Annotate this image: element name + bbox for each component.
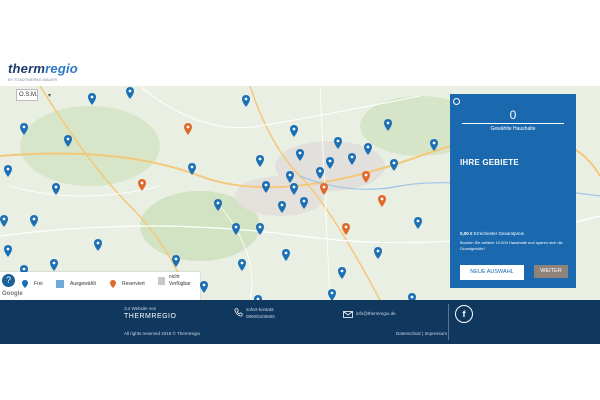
free-area-pin[interactable] xyxy=(242,94,250,107)
footer-divider xyxy=(448,304,449,340)
logo-tagline: BY STADTWERKE-BAUER xyxy=(8,77,57,82)
free-area-pin[interactable] xyxy=(374,246,382,259)
free-area-pin[interactable] xyxy=(334,136,342,149)
divider xyxy=(462,123,564,124)
selected-swatch xyxy=(56,280,64,288)
next-button[interactable]: WEITER xyxy=(534,265,568,278)
total-price-label: Errechneter Gesamtpreis xyxy=(473,231,525,236)
free-area-pin[interactable] xyxy=(4,244,12,257)
free-area-pin[interactable] xyxy=(262,180,270,193)
total-price-value: 0,00 € xyxy=(460,231,473,236)
legend-free: Frei xyxy=(22,280,43,288)
household-count-label: Gewählte Haushalte xyxy=(490,126,536,132)
logo-text-accent: regio xyxy=(45,61,78,76)
free-area-pin[interactable] xyxy=(30,214,38,227)
free-area-pin[interactable] xyxy=(200,280,208,293)
free-area-pin[interactable] xyxy=(172,254,180,267)
free-area-pin[interactable] xyxy=(286,170,294,183)
free-area-pin[interactable] xyxy=(316,166,324,179)
free-area-pin[interactable] xyxy=(278,200,286,213)
footer-copyright: All rights reserved 2018 © Thermregio xyxy=(124,331,201,336)
contact-label: sofort-kontakt: xyxy=(246,307,275,312)
free-area-pin[interactable] xyxy=(52,182,60,195)
legend-reserved: Reserviert xyxy=(110,280,145,288)
mail-icon xyxy=(343,311,353,318)
discount-hint: Buchen Sie weitere 10.000 Haushalte und … xyxy=(460,240,563,251)
google-attribution: Google xyxy=(2,291,23,297)
phone-number[interactable]: 0800/5105555 xyxy=(246,314,275,319)
free-area-pin[interactable] xyxy=(20,122,28,135)
legend-unavailable: nicht Verfügbar xyxy=(158,274,198,288)
new-selection-button[interactable]: NEUE AUSWAHL xyxy=(460,265,524,280)
free-area-pin[interactable] xyxy=(214,198,222,211)
free-area-pin[interactable] xyxy=(256,154,264,167)
free-area-pin[interactable] xyxy=(4,164,12,177)
total-price: 0,00 € Errechneter Gesamtpreis xyxy=(460,231,524,236)
free-area-pin[interactable] xyxy=(64,134,72,147)
free-area-pin[interactable] xyxy=(430,138,438,151)
free-area-pin[interactable] xyxy=(290,124,298,137)
free-area-pin[interactable] xyxy=(94,238,102,251)
map-layer-value: O.S.M. xyxy=(19,92,38,98)
chevron-down-icon: ▾ xyxy=(47,93,51,99)
help-button[interactable]: ? xyxy=(2,274,15,287)
map-layer-select[interactable]: O.S.M. ▾ xyxy=(16,89,51,101)
free-area-pin[interactable] xyxy=(328,288,336,300)
free-area-pin[interactable] xyxy=(296,148,304,161)
reserved-area-pin[interactable] xyxy=(138,178,146,191)
free-area-pin[interactable] xyxy=(290,182,298,195)
free-area-pin[interactable] xyxy=(282,248,290,261)
free-area-pin[interactable] xyxy=(256,222,264,235)
reserved-area-pin[interactable] xyxy=(184,122,192,135)
logo-text-main: therm xyxy=(8,61,46,76)
reserved-area-pin[interactable] xyxy=(378,194,386,207)
free-area-pin[interactable] xyxy=(50,258,58,271)
legend-selected: Ausgewählt xyxy=(56,280,96,288)
free-area-pin[interactable] xyxy=(0,214,8,227)
settings-icon[interactable] xyxy=(453,98,460,105)
site-footer: zur Website von THERMREGIO All rights re… xyxy=(0,300,600,344)
map-legend: ? Frei Ausgewählt Reserviert nicht Verfü… xyxy=(0,272,200,300)
area-panel: 0 Gewählte Haushalte IHRE GEBIETE 0,00 €… xyxy=(450,94,576,288)
facebook-icon[interactable]: f xyxy=(455,305,473,323)
free-area-pin[interactable] xyxy=(326,156,334,169)
footer-legal-links[interactable]: Datenschutz | Impressum xyxy=(396,331,447,336)
unavailable-swatch xyxy=(158,277,165,285)
panel-title: IHRE GEBIETE xyxy=(460,158,519,167)
free-area-pin[interactable] xyxy=(126,86,134,99)
email-link[interactable]: info@thermregio.de xyxy=(356,311,396,316)
free-area-pin[interactable] xyxy=(414,216,422,229)
reserved-area-pin[interactable] xyxy=(342,222,350,235)
free-area-pin[interactable] xyxy=(300,196,308,209)
legend-free-label: Frei xyxy=(34,281,43,287)
orange-pin-icon xyxy=(110,280,116,288)
blue-pin-icon xyxy=(22,280,28,288)
free-area-pin[interactable] xyxy=(364,142,372,155)
free-area-pin[interactable] xyxy=(408,292,416,300)
free-area-pin[interactable] xyxy=(88,92,96,105)
free-area-pin[interactable] xyxy=(232,222,240,235)
phone-icon xyxy=(234,308,243,317)
legend-unavailable-label: nicht Verfügbar xyxy=(168,274,191,287)
footer-website-label: zur Website von xyxy=(124,306,157,311)
free-area-pin[interactable] xyxy=(384,118,392,131)
free-area-pin[interactable] xyxy=(238,258,246,271)
household-count: 0 xyxy=(509,108,517,122)
reserved-area-pin[interactable] xyxy=(320,182,328,195)
reserved-area-pin[interactable] xyxy=(362,170,370,183)
free-area-pin[interactable] xyxy=(188,162,196,175)
footer-brand[interactable]: THERMREGIO xyxy=(124,313,176,320)
free-area-pin[interactable] xyxy=(348,152,356,165)
site-header: thermregio BY STADTWERKE-BAUER xyxy=(0,0,600,86)
thermregio-logo[interactable]: thermregio BY STADTWERKE-BAUER xyxy=(8,60,78,82)
free-area-pin[interactable] xyxy=(338,266,346,279)
legend-reserved-label: Reserviert xyxy=(122,281,145,287)
legend-selected-label: Ausgewählt xyxy=(70,281,96,287)
free-area-pin[interactable] xyxy=(390,158,398,171)
